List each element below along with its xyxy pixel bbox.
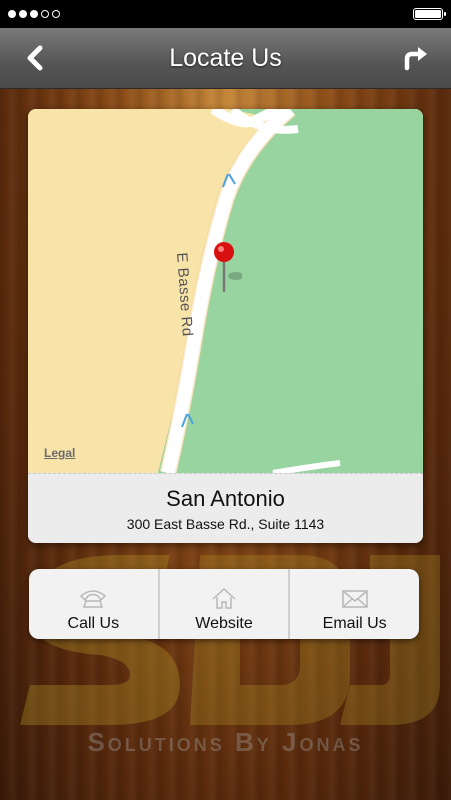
status-bar <box>0 0 451 28</box>
legal-link[interactable]: Legal <box>44 446 75 460</box>
phone-icon <box>80 590 107 608</box>
page-title: Locate Us <box>169 43 282 72</box>
navigation-bar: Locate Us <box>0 28 451 89</box>
location-card: E Basse Rd Legal San Antonio 300 East Ba… <box>28 109 423 543</box>
call-us-label: Call Us <box>67 615 120 632</box>
share-arrow-icon[interactable] <box>401 42 433 74</box>
signal-strength-icon <box>8 10 60 18</box>
website-label: Website <box>195 615 253 632</box>
location-city: San Antonio <box>166 486 285 511</box>
map-pin-icon[interactable] <box>212 240 242 296</box>
battery-icon <box>413 8 446 20</box>
website-button[interactable]: Website <box>157 569 289 639</box>
location-info: San Antonio 300 East Basse Rd., Suite 11… <box>28 473 423 543</box>
email-us-button[interactable]: Email Us <box>288 569 419 639</box>
chevron-left-icon[interactable] <box>20 42 52 74</box>
envelope-icon <box>341 590 368 608</box>
brand-tagline: Solutions By Jonas <box>87 727 364 757</box>
home-icon <box>212 587 236 609</box>
call-us-button[interactable]: Call Us <box>29 569 158 639</box>
location-address: 300 East Basse Rd., Suite 1143 <box>126 516 325 532</box>
email-us-label: Email Us <box>322 615 387 632</box>
map-view[interactable]: E Basse Rd Legal <box>28 109 423 473</box>
action-bar: Call Us Website Email Us <box>29 569 419 639</box>
